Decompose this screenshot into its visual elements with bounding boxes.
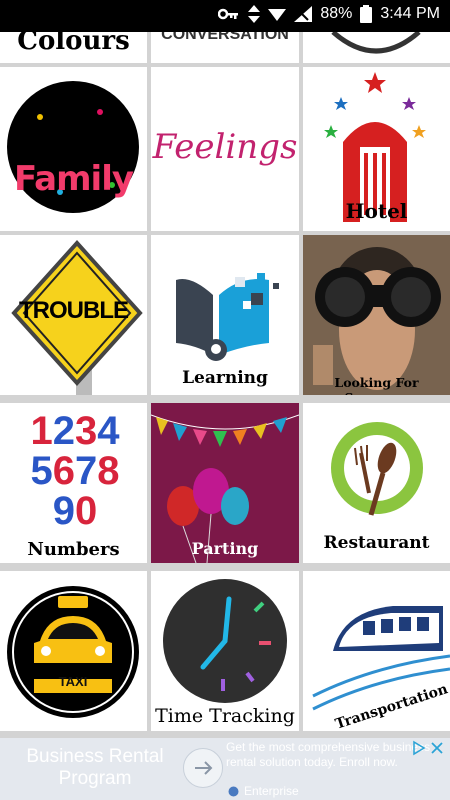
tile-restaurant[interactable]: Restaurant [303,403,450,563]
ad-choices[interactable] [412,740,446,756]
taxi-icon [7,586,139,718]
tile-parting[interactable]: Parting [151,403,299,563]
tile-taxi[interactable]: TAXI [0,571,147,731]
adchoices-icon [413,740,443,756]
ad-title[interactable]: Business Rental Program [20,746,170,790]
tile-numbers[interactable]: 1234 5678 90 Numbers [0,403,147,563]
tile-transportation[interactable]: Transportation [303,571,450,731]
ring-icon [331,32,421,54]
ad-sponsor[interactable]: Enterprise [244,784,299,798]
clock: 3:44 PM [380,5,440,22]
category-grid: Colours CONVERSATION Family Feelings Hot… [0,32,450,738]
tile-time-tracking[interactable]: Time Tracking [151,571,299,731]
signal-icon [294,6,313,22]
taxi-sign-label: TAXI [58,674,88,689]
tile-label-numbers: Numbers [27,539,120,560]
wifi-icon [268,9,287,21]
family-icon [7,81,139,213]
status-bar: 88% 3:44 PM [0,0,450,32]
tile-label-learning: Learning [182,368,268,388]
tile-trouble[interactable]: TROUBLE [0,235,147,395]
tile-label-hotel: Hotel [345,199,408,223]
tile-label-parting: Parting [191,539,259,558]
tile-label-conversation: CONVERSATION [161,32,289,43]
tile-label-trouble: TROUBLE [19,297,129,324]
tile-label-time-tracking: Time Tracking [155,705,295,727]
tile-label-restaurant: Restaurant [323,533,430,553]
tile-family[interactable]: Family [0,67,147,231]
ad-body[interactable]: Get the most comprehensive business rent… [226,740,432,770]
tile-label-feelings: Feelings [152,127,298,167]
tile-colours[interactable]: Colours [0,32,147,63]
ad-go-button[interactable] [183,748,223,788]
tile-label-looking: Looking For Someone [334,375,419,395]
data-sync-icon [248,5,261,23]
battery-icon [360,5,373,23]
tile-hotel[interactable]: Hotel [303,67,450,231]
tile-learning[interactable]: Learning [151,235,299,395]
tile-label-colours: Colours [17,32,130,56]
battery-percent: 88% [320,5,353,22]
tile-looking[interactable]: Looking For Someone [303,235,450,395]
numbers-digits: 1234 5678 90 [30,409,120,533]
tile-partial[interactable] [303,32,450,63]
tile-conversation[interactable]: CONVERSATION [151,32,299,63]
globe-icon [228,786,239,797]
binoculars-photo-icon [303,235,450,395]
tile-label-family: Family [13,159,134,199]
ad-banner[interactable]: Business Rental Program Get the most com… [0,738,450,800]
tile-feelings[interactable]: Feelings [151,67,299,231]
arrow-right-icon [195,761,213,775]
vpn-key-icon [218,8,239,20]
